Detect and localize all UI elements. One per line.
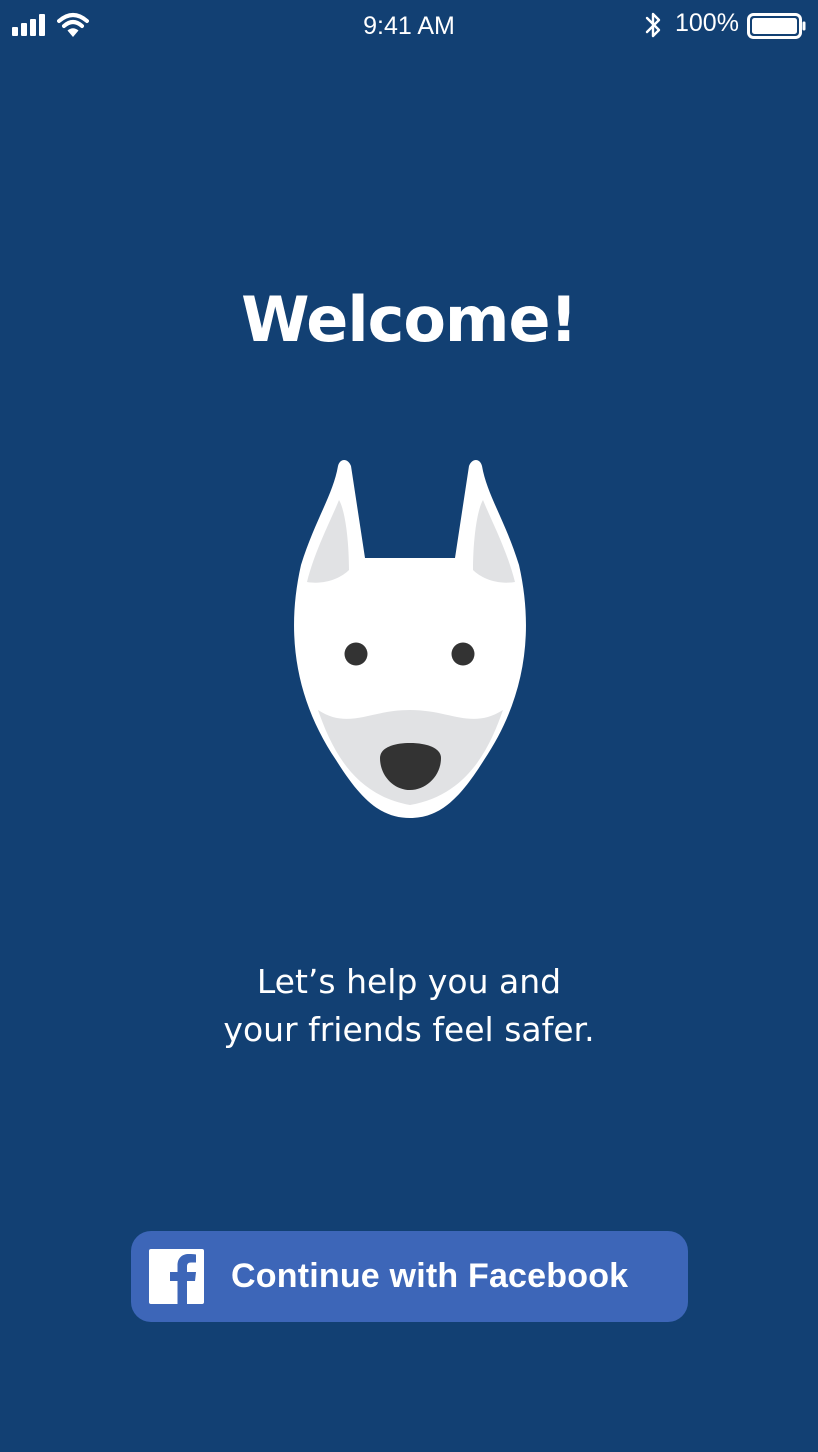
- continue-with-facebook-button[interactable]: Continue with Facebook: [131, 1231, 688, 1322]
- facebook-logo-icon: [149, 1249, 204, 1304]
- dog-face-icon: [294, 460, 526, 818]
- battery-percentage: 100%: [675, 9, 739, 37]
- tagline: Let’s help you and your friends feel saf…: [0, 958, 818, 1054]
- tagline-line-1: Let’s help you and: [256, 962, 562, 1001]
- status-bar: 9:41 AM 100%: [0, 0, 818, 50]
- battery-icon: [747, 13, 806, 39]
- welcome-title: Welcome!: [241, 283, 578, 356]
- continue-with-facebook-label: Continue with Facebook: [231, 1257, 629, 1295]
- tagline-line-2: your friends feel safer.: [223, 1010, 595, 1049]
- bluetooth-icon: [645, 12, 661, 38]
